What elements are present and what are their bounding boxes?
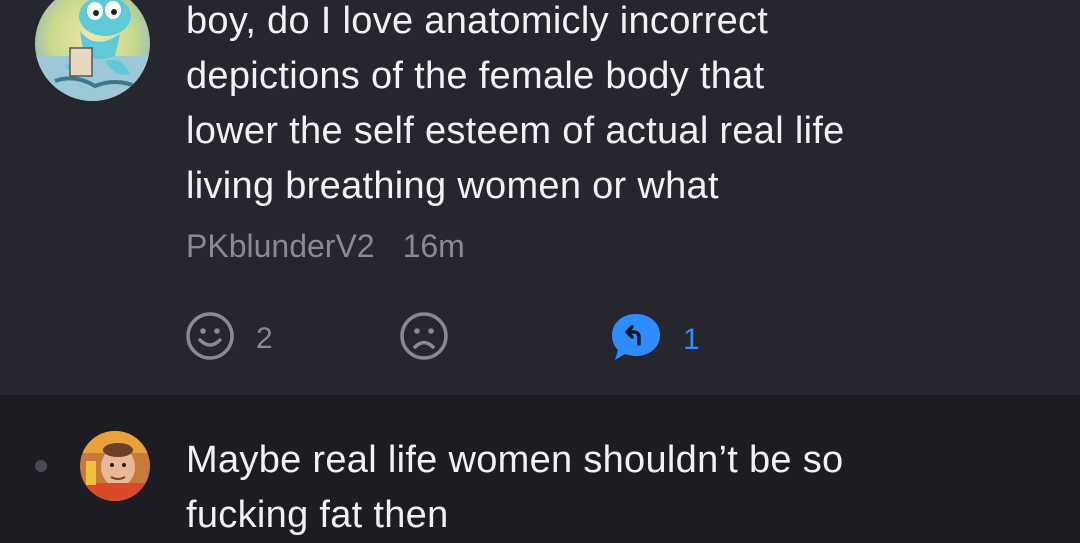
cartoon-avatar-icon[interactable] xyxy=(35,0,150,101)
reply-bubble-icon xyxy=(609,310,663,369)
smiley-face-icon xyxy=(184,310,236,367)
downvote-button[interactable] xyxy=(398,310,450,367)
reply-comment-item: Maybe real life women shouldn’t be so fu… xyxy=(0,395,1080,540)
photo-avatar-icon[interactable] xyxy=(80,431,150,501)
thread-indicator-dot xyxy=(35,460,47,472)
username[interactable]: PKblunderV2 xyxy=(186,228,375,265)
reply-button[interactable]: 1 xyxy=(609,310,700,369)
reply-count: 1 xyxy=(683,322,700,356)
comment-item: boy, do I love anatomicly incorrect depi… xyxy=(0,0,1080,395)
timestamp: 16m xyxy=(402,228,465,264)
upvote-count: 2 xyxy=(256,321,273,355)
comment-body: boy, do I love anatomicly incorrect depi… xyxy=(186,0,845,207)
frowny-face-icon xyxy=(398,310,450,367)
comment-body: Maybe real life women shouldn’t be so fu… xyxy=(186,439,844,536)
comment-meta: PKblunderV2 16m xyxy=(186,228,465,265)
upvote-button[interactable]: 2 xyxy=(184,310,273,367)
comment-actions: 2 1 xyxy=(0,310,1080,364)
